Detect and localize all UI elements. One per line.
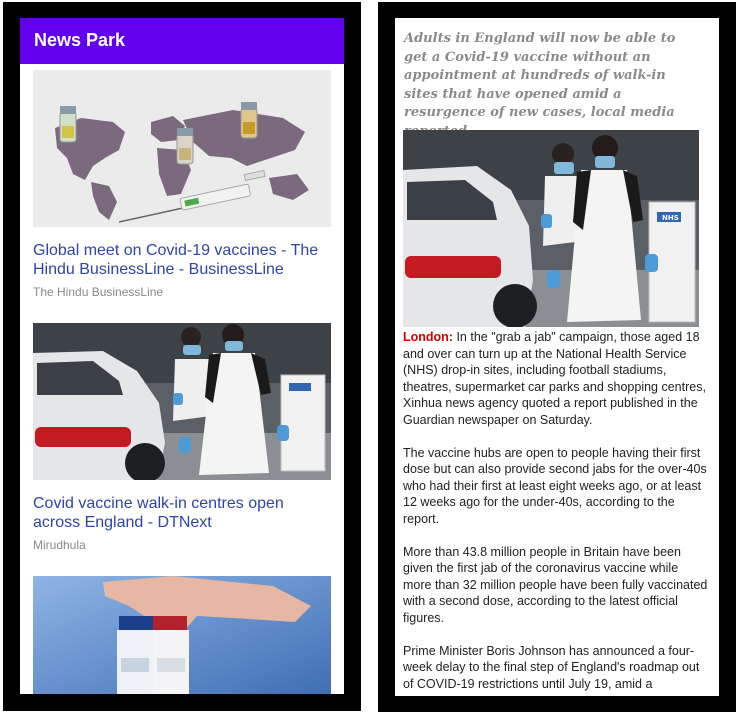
news-source: Mirudhula bbox=[33, 538, 86, 552]
article-lead: Adults in England will now be able to ge… bbox=[404, 31, 676, 139]
news-title[interactable]: Global meet on Covid-19 vaccines - The H… bbox=[33, 241, 331, 279]
article-paragraph: More than 43.8 million people in Britain… bbox=[403, 544, 708, 625]
article-body: London: In the "grab a jab" campaign, th… bbox=[403, 329, 709, 696]
news-card[interactable]: Global meet on Covid-19 vaccines - The H… bbox=[33, 70, 331, 300]
news-source: The Hindu BusinessLine bbox=[33, 285, 164, 299]
article-detail-screen: Adults in England will now be able to ge… bbox=[395, 18, 719, 696]
phone-frame-right: Adults in England will now be able to ge… bbox=[378, 2, 736, 712]
article-paragraph: London: In the "grab a jab" campaign, th… bbox=[403, 329, 709, 428]
article-image: NHS bbox=[403, 130, 699, 327]
nhs-sign-text: NHS bbox=[662, 214, 679, 222]
article-paragraph: Prime Minister Boris Johnson has announc… bbox=[403, 643, 700, 691]
article-paragraph: The vaccine hubs are open to people havi… bbox=[403, 445, 707, 526]
walk-in-vaccine-site-image bbox=[33, 323, 331, 480]
news-list-screen: News Park Global meet on Covid-19 vaccin… bbox=[20, 18, 344, 694]
paragraph-text: In the "grab a jab" campaign, those aged… bbox=[403, 330, 706, 427]
phone-frame-left: News Park Global meet on Covid-19 vaccin… bbox=[3, 2, 361, 711]
news-title[interactable]: Covid vaccine walk-in centres open acros… bbox=[33, 494, 331, 532]
app-bar: News Park bbox=[20, 18, 344, 64]
news-card[interactable]: Covid vaccine walk-in centres open acros… bbox=[33, 323, 331, 553]
world-map-vaccine-image bbox=[33, 70, 331, 227]
news-card[interactable] bbox=[33, 576, 331, 694]
app-title: News Park bbox=[34, 30, 126, 50]
vaccine-vials-hand-image bbox=[33, 576, 331, 694]
dateline: London: bbox=[403, 330, 453, 344]
